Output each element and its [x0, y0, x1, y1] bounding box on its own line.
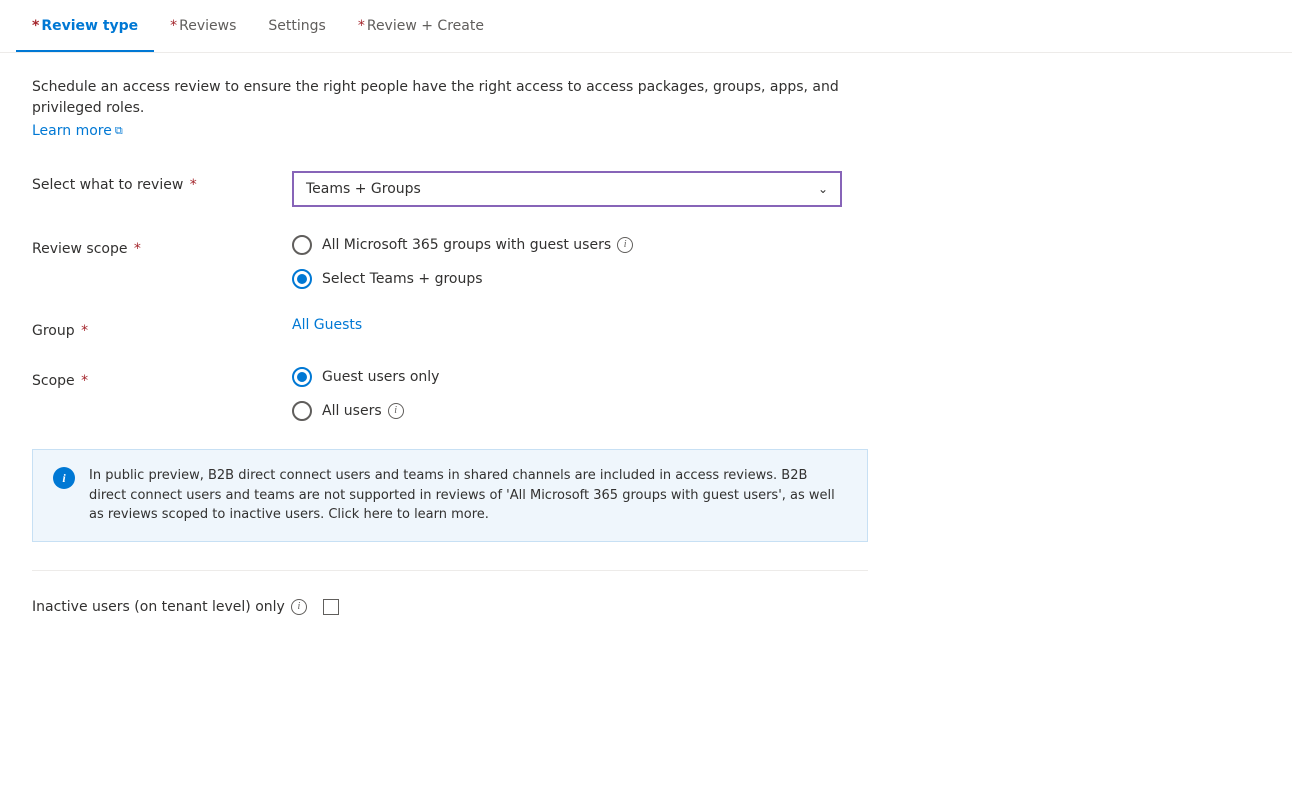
radio-label-guest-only: Guest users only	[322, 369, 439, 385]
radio-circle-select-teams	[292, 269, 312, 289]
radio-label-all-m365: All Microsoft 365 groups with guest user…	[322, 237, 633, 253]
tab-reviews-label: Reviews	[179, 18, 236, 34]
radio-circle-all-m365	[292, 235, 312, 255]
scope-control: Guest users only All users i	[292, 367, 842, 421]
tab-review-create[interactable]: * Review + Create	[342, 0, 500, 52]
inactive-users-label: Inactive users (on tenant level) only i	[32, 599, 307, 615]
description-text: Schedule an access review to ensure the …	[32, 77, 868, 119]
radio-select-teams[interactable]: Select Teams + groups	[292, 269, 842, 289]
tab-review-create-label: Review + Create	[367, 18, 484, 34]
info-banner: i In public preview, B2B direct connect …	[32, 449, 868, 542]
scope-label: Scope *	[32, 367, 292, 389]
radio-circle-guest-only	[292, 367, 312, 387]
group-label: Group *	[32, 317, 292, 339]
all-guests-link[interactable]: All Guests	[292, 317, 362, 333]
radio-label-select-teams: Select Teams + groups	[322, 271, 483, 287]
group-control: All Guests	[292, 317, 842, 333]
review-scope-row: Review scope * All Microsoft 365 groups …	[32, 235, 868, 289]
tab-review-type[interactable]: * Review type	[16, 0, 154, 52]
tab-bar: * Review type * Reviews Settings * Revie…	[0, 0, 1292, 53]
radio-label-all-users: All users i	[322, 403, 404, 419]
form-section: Select what to review * Teams + Groups ⌄…	[32, 171, 868, 615]
select-what-to-review-row: Select what to review * Teams + Groups ⌄	[32, 171, 868, 207]
select-what-to-review-label: Select what to review *	[32, 171, 292, 193]
tab-settings-label: Settings	[268, 18, 325, 34]
info-banner-text: In public preview, B2B direct connect us…	[89, 466, 847, 525]
external-link-icon: ⧉	[115, 124, 123, 138]
radio-circle-all-users	[292, 401, 312, 421]
learn-more-label: Learn more	[32, 123, 112, 139]
info-icon-inactive[interactable]: i	[291, 599, 307, 615]
divider	[32, 570, 868, 571]
review-scope-radio-group: All Microsoft 365 groups with guest user…	[292, 235, 842, 289]
info-icon-all-m365[interactable]: i	[617, 237, 633, 253]
tab-settings[interactable]: Settings	[252, 0, 341, 52]
info-icon-all-users[interactable]: i	[388, 403, 404, 419]
chevron-down-icon: ⌄	[818, 182, 828, 196]
group-row: Group * All Guests	[32, 317, 868, 339]
teams-groups-dropdown[interactable]: Teams + Groups ⌄	[292, 171, 842, 207]
info-banner-icon: i	[53, 467, 75, 489]
radio-all-users[interactable]: All users i	[292, 401, 842, 421]
inactive-users-row: Inactive users (on tenant level) only i	[32, 595, 868, 615]
radio-all-m365[interactable]: All Microsoft 365 groups with guest user…	[292, 235, 842, 255]
select-what-to-review-control: Teams + Groups ⌄	[292, 171, 842, 207]
tab-review-type-label: Review type	[41, 18, 138, 34]
tab-reviews-star: *	[170, 18, 177, 34]
tab-review-create-star: *	[358, 18, 365, 34]
dropdown-value: Teams + Groups	[306, 181, 421, 197]
inactive-users-checkbox[interactable]	[323, 599, 339, 615]
radio-guest-only[interactable]: Guest users only	[292, 367, 842, 387]
scope-row: Scope * Guest users only All users	[32, 367, 868, 421]
tab-reviews[interactable]: * Reviews	[154, 0, 252, 52]
scope-radio-group: Guest users only All users i	[292, 367, 842, 421]
review-scope-label: Review scope *	[32, 235, 292, 257]
main-content: Schedule an access review to ensure the …	[0, 53, 900, 639]
learn-more-link[interactable]: Learn more⧉	[32, 123, 123, 139]
tab-review-type-star: *	[32, 18, 39, 34]
review-scope-control: All Microsoft 365 groups with guest user…	[292, 235, 842, 289]
